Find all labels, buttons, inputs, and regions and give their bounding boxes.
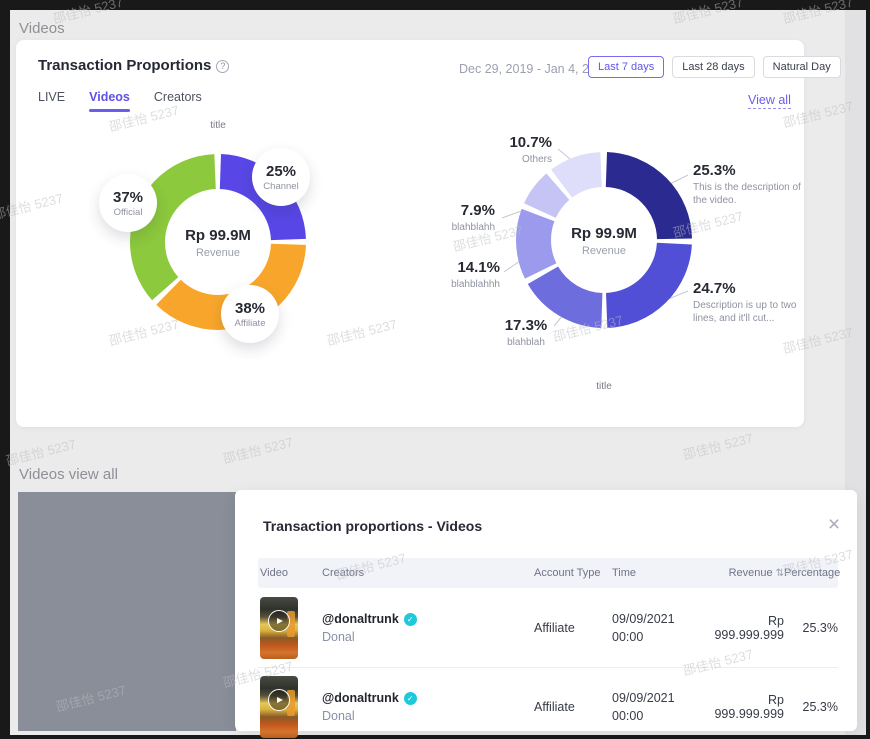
right-donut-center: Rp 99.9M Revenue	[544, 225, 664, 257]
video-thumbnail[interactable]	[260, 676, 298, 738]
callout-description-2: 24.7% Description is up to two lines, an…	[693, 280, 807, 325]
creator-handle[interactable]: @donaltrunk	[322, 691, 399, 705]
table-header: Video Creators Account Type Time Revenue…	[258, 558, 838, 588]
close-icon[interactable]: ×	[822, 513, 846, 537]
play-icon[interactable]	[268, 689, 290, 711]
section-heading-videos-view-all: Videos view all	[19, 466, 118, 483]
column-header-percentage: Percentage	[784, 567, 838, 579]
column-header-time: Time	[612, 567, 708, 579]
chart-tabs: LIVE Videos Creators	[38, 90, 202, 112]
revenue-value: Rp 99.9M	[158, 227, 278, 244]
callout-description-1: 25.3% This is the description of the vid…	[693, 162, 805, 207]
tab-live[interactable]: LIVE	[38, 90, 65, 112]
time-cell: 09/09/2021 00:00	[612, 689, 708, 725]
section-heading-videos: Videos	[19, 20, 65, 37]
revenue-cell: Rp 999.999.999	[708, 614, 784, 642]
revenue-cell: Rp 999.999.999	[708, 693, 784, 721]
account-type-cell: Affiliate	[534, 700, 612, 714]
modal-title: Transaction proportions - Videos	[263, 518, 482, 534]
video-thumbnail[interactable]	[260, 597, 298, 659]
help-icon[interactable]: ?	[216, 60, 229, 73]
callout-blahblah: 17.3% blahblah	[476, 317, 576, 349]
tab-creators[interactable]: Creators	[154, 90, 202, 112]
verified-badge-icon: ✓	[404, 613, 417, 626]
play-icon[interactable]	[268, 610, 290, 632]
revenue-label: Revenue	[158, 247, 278, 259]
last-28-days-button[interactable]: Last 28 days	[672, 56, 754, 78]
table-row[interactable]: @donaltrunk ✓ Donal Affiliate 09/09/2021…	[258, 668, 838, 739]
percentage-cell: 25.3%	[784, 621, 838, 635]
time-cell: 09/09/2021 00:00	[612, 610, 708, 646]
label-bubble-affiliate: 38% Affiliate	[221, 285, 279, 343]
creator-name[interactable]: Donal	[322, 630, 534, 644]
revenue-label: Revenue	[544, 245, 664, 257]
date-range-buttons: Last 7 days Last 28 days Natural Day	[588, 56, 841, 78]
left-donut-center: Rp 99.9M Revenue	[158, 227, 278, 259]
callout-others: 10.7% Others	[452, 134, 552, 166]
callout-blahblahh: 7.9% blahblahh	[397, 202, 495, 234]
account-type-cell: Affiliate	[534, 621, 612, 635]
percentage-cell: 25.3%	[784, 700, 838, 714]
card-title: Transaction Proportions?	[38, 57, 229, 74]
table-body: @donaltrunk ✓ Donal Affiliate 09/09/2021…	[258, 589, 838, 739]
column-header-account-type: Account Type	[534, 567, 612, 579]
screenshot-frame: 邵佳怡 5237邵佳怡 5237邵佳怡 5237邵佳怡 5237邵佳怡 5237…	[0, 0, 870, 739]
table-row[interactable]: @donaltrunk ✓ Donal Affiliate 09/09/2021…	[258, 589, 838, 668]
natural-day-button[interactable]: Natural Day	[763, 56, 841, 78]
creator-handle[interactable]: @donaltrunk	[322, 612, 399, 626]
last-7-days-button[interactable]: Last 7 days	[588, 56, 664, 78]
sort-icon[interactable]: ⇅	[776, 568, 784, 579]
column-header-creators: Creators	[322, 567, 534, 579]
callout-blahblahhh: 14.1% blahblahhh	[402, 259, 500, 291]
revenue-value: Rp 99.9M	[544, 225, 664, 242]
label-bubble-channel: 25% Channel	[252, 148, 310, 206]
tab-videos[interactable]: Videos	[89, 90, 130, 112]
dimmed-page-placeholder	[18, 492, 236, 731]
label-bubble-official: 37% Official	[99, 174, 157, 232]
view-all-link[interactable]: View all	[748, 93, 791, 109]
right-chart-title: title	[582, 381, 626, 392]
creator-name[interactable]: Donal	[322, 709, 534, 723]
column-header-video: Video	[258, 567, 322, 579]
left-chart-title: title	[196, 120, 240, 131]
column-header-revenue[interactable]: Revenue⇅	[708, 567, 784, 579]
verified-badge-icon: ✓	[404, 692, 417, 705]
